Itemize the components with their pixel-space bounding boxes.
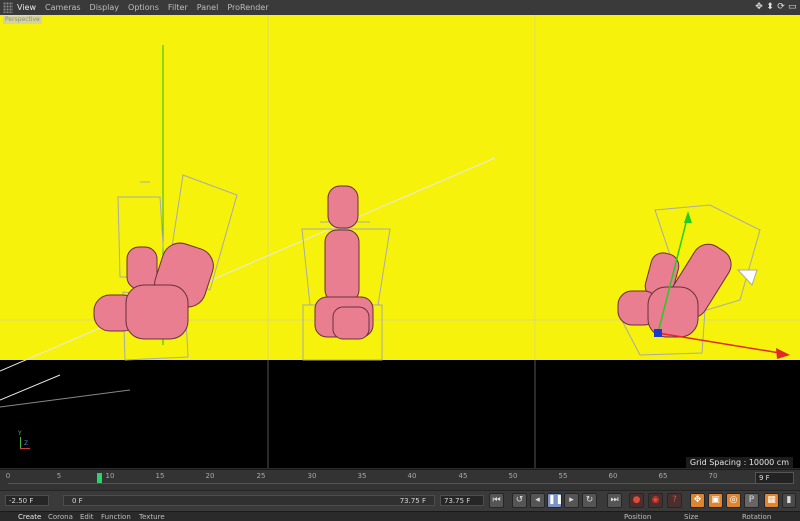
maximize-view-icon[interactable]: ▭ — [788, 1, 797, 13]
menu-filter[interactable]: Filter — [168, 3, 188, 12]
menu-display[interactable]: Display — [90, 3, 120, 12]
drag-grip-icon[interactable] — [3, 2, 13, 13]
header-size: Size — [684, 513, 699, 521]
menu-prorender[interactable]: ProRender — [227, 3, 268, 12]
floor-grid — [267, 360, 536, 468]
scale-icon: ▣ — [711, 495, 720, 505]
tick-label: 5 — [56, 472, 62, 480]
menu-panel[interactable]: Panel — [197, 3, 219, 12]
viewport-menubar: View Cameras Display Options Filter Pane… — [0, 0, 800, 16]
preview-range-slider[interactable]: 0 F 73.75 F — [63, 495, 435, 506]
tick-label: 70 — [708, 472, 718, 480]
tick-label: 35 — [357, 472, 367, 480]
move-view-icon[interactable]: ✥ — [755, 1, 763, 13]
move-button[interactable]: ✥ — [690, 493, 705, 508]
tick-label: 60 — [608, 472, 618, 480]
tick-label: 45 — [458, 472, 468, 480]
menu-options[interactable]: Options — [128, 3, 159, 12]
current-frame-marker[interactable] — [97, 473, 102, 483]
axis-widget: Y Z — [16, 430, 34, 452]
menu-cameras[interactable]: Cameras — [45, 3, 81, 12]
viewport-nav-icons: ✥ ⬍ ⟳ ▭ — [755, 1, 796, 13]
range-end-label: 73.75 F — [399, 497, 426, 505]
grid-spacing-label: Grid Spacing : 10000 cm — [685, 457, 793, 468]
grid-button[interactable]: ▦ — [764, 493, 779, 508]
tick-label: 10 — [105, 472, 115, 480]
viewport-scene — [0, 15, 800, 468]
move-icon: ✥ — [693, 495, 702, 505]
step-back-icon: ◂ — [535, 495, 540, 505]
tick-label: 50 — [508, 472, 518, 480]
step-forward-icon: ▸ — [569, 495, 574, 505]
tab-function[interactable]: Function — [101, 513, 131, 521]
rotate-view-icon[interactable]: ⟳ — [777, 1, 785, 13]
help-button[interactable]: ? — [667, 493, 682, 508]
menu-view[interactable]: View — [17, 3, 36, 12]
rotate-icon: ◎ — [729, 495, 738, 505]
go-to-end-icon: ⏭ — [610, 495, 619, 505]
rotate-button[interactable]: ◎ — [726, 493, 741, 508]
range-start-label: 0 F — [72, 497, 83, 505]
tab-corona[interactable]: Corona — [48, 513, 73, 521]
tick-label: 55 — [558, 472, 568, 480]
header-rotation: Rotation — [742, 513, 772, 521]
tab-create[interactable]: Create — [18, 513, 41, 521]
tick-label: 40 — [407, 472, 417, 480]
loop-button[interactable]: ↺ — [512, 493, 527, 508]
tick-label: 15 — [155, 472, 165, 480]
current-frame-field[interactable]: 9 F — [755, 472, 794, 484]
help-icon: ? — [672, 495, 677, 505]
autokey-button[interactable]: ◉ — [648, 493, 663, 508]
pause-icon: ❚❚ — [548, 495, 564, 505]
go-to-end-button[interactable]: ⏭ — [607, 493, 622, 508]
end-frame-field[interactable]: 73.75 F — [440, 495, 484, 506]
tick-label: 25 — [256, 472, 266, 480]
parameter-button[interactable]: P — [744, 493, 759, 508]
tab-texture[interactable]: Texture — [139, 513, 165, 521]
go-to-start-icon: ⏮ — [492, 495, 501, 505]
repeat-button[interactable]: ↻ — [582, 493, 597, 508]
tick-label: 30 — [307, 472, 317, 480]
step-forward-button[interactable]: ▸ — [564, 493, 579, 508]
tick-label: 65 — [658, 472, 668, 480]
camera-label: Perspective — [3, 16, 42, 24]
tab-edit[interactable]: Edit — [80, 513, 94, 521]
timeline[interactable]: 0 5 10 15 20 25 30 35 40 45 50 55 60 65 … — [0, 469, 800, 491]
header-position: Position — [624, 513, 652, 521]
grid-icon: ▦ — [767, 495, 776, 505]
pause-button[interactable]: ❚❚ — [547, 493, 564, 508]
repeat-icon: ↻ — [585, 495, 594, 505]
playback-controls: -2.50 F 0 F 73.75 F 73.75 F ⏮ ↺ ◂ ❚❚ ▸ ↻… — [0, 490, 800, 511]
record-button[interactable]: ● — [629, 493, 644, 508]
film-strip-button[interactable]: ▮ — [782, 493, 796, 508]
tick-label: 20 — [205, 472, 215, 480]
parameter-icon: P — [748, 495, 755, 505]
step-back-button[interactable]: ◂ — [530, 493, 545, 508]
zoom-view-icon[interactable]: ⬍ — [766, 1, 774, 13]
autokey-icon: ◉ — [651, 495, 660, 505]
axis-y-label: Y — [18, 430, 22, 437]
scale-button[interactable]: ▣ — [708, 493, 723, 508]
start-frame-field[interactable]: -2.50 F — [5, 495, 49, 506]
record-icon: ● — [632, 495, 641, 505]
viewport-3d[interactable]: Perspective Y Z Grid Spacing : 10000 cm — [0, 15, 800, 468]
film-strip-icon: ▮ — [786, 495, 792, 505]
go-to-start-button[interactable]: ⏮ — [489, 493, 504, 508]
loop-icon: ↺ — [515, 495, 524, 505]
axis-z-label: Z — [24, 440, 29, 447]
timeline-ruler[interactable]: 0 5 10 15 20 25 30 35 40 45 50 55 60 65 … — [5, 470, 756, 491]
tick-label: 0 — [5, 472, 11, 480]
